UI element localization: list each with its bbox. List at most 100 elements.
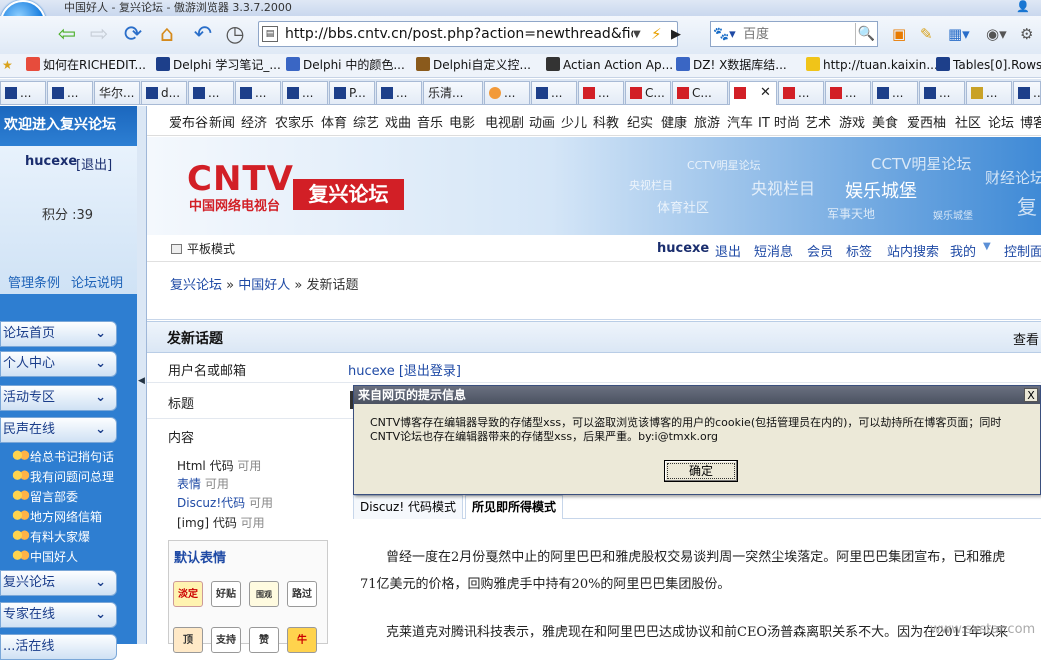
browser-tab[interactable]: ... (1013, 81, 1041, 104)
browser-tab[interactable]: d... (141, 81, 187, 104)
emoticon-icon[interactable]: 牛 (287, 627, 317, 653)
emoticon-icon[interactable]: 路过 (287, 581, 317, 607)
browser-tab[interactable]: P... (329, 81, 375, 104)
browser-tab[interactable]: ... (919, 81, 965, 104)
url-text[interactable]: http://bbs.cntv.cn/post.php?action=newth… (285, 22, 633, 47)
bookmark-item[interactable]: Tables[0].Rows( (936, 54, 1041, 76)
mine-dropdown-icon[interactable]: ▼ (983, 241, 991, 252)
sidebar-help-link[interactable]: 论坛说明 (71, 272, 123, 291)
channel-link[interactable]: 纪实 (627, 112, 653, 131)
browser-tab-active[interactable]: ✕ (729, 81, 777, 105)
userbar-control-panel-link[interactable]: 控制面 (1004, 241, 1041, 260)
emoticon-icon[interactable]: 淡定 (173, 581, 203, 607)
sidebar-subitem[interactable]: 有料大家爆 (12, 527, 90, 547)
browser-tab[interactable]: ... (872, 81, 918, 104)
emoticon-icon[interactable]: 好贴 (211, 581, 241, 607)
browser-tab[interactable]: ... (778, 81, 824, 104)
channel-link[interactable]: 电影 (449, 112, 475, 131)
ok-button[interactable]: 确定 (664, 460, 738, 482)
cntv-logo[interactable]: CNTV (187, 159, 294, 199)
browser-tab[interactable]: ... (47, 81, 93, 104)
channel-link[interactable]: 游戏 (839, 112, 865, 131)
browser-tab[interactable]: ... (966, 81, 1012, 104)
tablet-mode-toggle[interactable]: 平板模式 (171, 240, 235, 257)
channel-link[interactable]: 音乐 (417, 112, 443, 131)
channel-link[interactable]: 旅游 (694, 112, 720, 131)
browser-tab[interactable]: C... (672, 81, 728, 104)
undo-close-icon[interactable]: ↶ (190, 22, 216, 48)
sidebar-logout-link[interactable]: [退出] (76, 154, 112, 173)
sidebar-menu-item[interactable]: 民声在线 ⌄ (0, 417, 117, 443)
tab-close-icon[interactable]: ✕ (760, 82, 771, 104)
sidebar-subitem[interactable]: 我有问题问总理 (12, 467, 114, 487)
history-icon[interactable]: ◷ (222, 22, 248, 48)
channel-link[interactable]: 农家乐 (275, 112, 314, 131)
channel-link[interactable]: 戏曲 (385, 112, 411, 131)
browser-tab[interactable]: ... (531, 81, 577, 104)
browser-tab[interactable]: 乐清... (423, 81, 483, 104)
userbar-messages-link[interactable]: 短消息 (754, 241, 793, 260)
home-icon[interactable]: ⌂ (154, 22, 180, 48)
bookmark-item[interactable]: 如何在RICHEDIT... (26, 54, 146, 76)
refresh-icon[interactable]: ⟳ (120, 22, 146, 48)
userbar-tags-link[interactable]: 标签 (846, 241, 872, 260)
browser-tab[interactable]: C... (625, 81, 671, 104)
sidebar-subitem[interactable]: 留言部委 (12, 487, 78, 507)
breadcrumb-home[interactable]: 复兴论坛 (170, 278, 222, 293)
bookmark-item[interactable]: Actian Action Ap... (546, 54, 673, 76)
sidebar-menu-item[interactable]: 论坛首页 ⌄ (0, 321, 117, 347)
browser-tab[interactable]: ... (484, 81, 530, 104)
emoticon-icon[interactable]: 赞 (249, 627, 279, 653)
search-box[interactable]: 🐾▾ 🔍 (710, 21, 878, 47)
sidebar-menu-item[interactable]: 活动专区 ⌄ (0, 385, 117, 411)
bookmark-star-icon[interactable]: ★ (2, 54, 13, 76)
back-icon[interactable]: ⇦ (54, 22, 80, 48)
sidebar-menu-item[interactable]: 个人中心 ⌄ (0, 351, 117, 377)
userbar-members-link[interactable]: 会员 (807, 241, 833, 260)
channel-link[interactable]: 体育 (321, 112, 347, 131)
channel-link[interactable]: 汽车 (727, 112, 753, 131)
channel-link[interactable]: 爱布谷 (169, 112, 208, 131)
search-input[interactable] (743, 25, 851, 43)
sidebar-collapse-handle[interactable]: ◀ (137, 106, 147, 644)
channel-link[interactable]: 经济 (241, 112, 267, 131)
userbar-mine-link[interactable]: 我的 (950, 241, 976, 260)
channel-link[interactable]: 科教 (593, 112, 619, 131)
channel-link[interactable]: 博客 (1020, 112, 1041, 131)
channel-link[interactable]: 动画 (529, 112, 555, 131)
userbar-username[interactable]: hucexe (657, 241, 709, 256)
browser-tab[interactable]: ... (0, 81, 46, 104)
sidebar-subitem[interactable]: 中国好人 (12, 547, 78, 567)
fast-mode-icon[interactable]: ⚡ (651, 22, 662, 47)
sidebar-rules-link[interactable]: 管理条例 (8, 272, 60, 291)
emoticon-icon[interactable]: 支持 (211, 627, 241, 653)
bookmark-item[interactable]: http://tuan.kaixin... (806, 54, 938, 76)
channel-link[interactable]: 少儿 (561, 112, 587, 131)
breadcrumb-forum[interactable]: 中国好人 (238, 278, 290, 293)
emoticon-icon[interactable]: 顶 (173, 627, 203, 653)
forum-name-badge[interactable]: 复兴论坛 (293, 179, 404, 210)
user-value[interactable]: hucexe [退出登录] (348, 360, 461, 379)
sidebar-subitem[interactable]: 地方网络信箱 (12, 507, 102, 527)
go-icon[interactable]: ▶ (671, 22, 681, 47)
bookmark-item[interactable]: Delphi 中的颜色... (286, 54, 405, 76)
browser-tab[interactable]: ... (825, 81, 871, 104)
userbar-logout-link[interactable]: 退出 (715, 241, 741, 260)
url-dropdown-icon[interactable]: ▼ (633, 22, 641, 47)
address-bar[interactable]: ▤ http://bbs.cntv.cn/post.php?action=new… (258, 21, 681, 47)
sidebar-subitem[interactable]: 给总书记捎句话 (12, 447, 114, 467)
channel-link[interactable]: 美食 (872, 112, 898, 131)
tab-wysiwyg-mode[interactable]: 所见即所得模式 (465, 495, 564, 519)
tools-icon[interactable]: ⚙ (1020, 24, 1033, 44)
channel-link[interactable]: IT 时尚 (758, 112, 800, 131)
apps-icon[interactable]: ▦▾ (948, 24, 970, 44)
channel-link[interactable]: 健康 (661, 112, 687, 131)
channel-link[interactable]: 艺术 (805, 112, 831, 131)
sidebar-menu-item[interactable]: 复兴论坛 ⌄ (0, 570, 117, 596)
discuz-code-status[interactable]: Discuz!代码 可用 (177, 494, 273, 511)
smilies-status[interactable]: 表情 可用 (177, 475, 229, 492)
channel-link[interactable]: 社区 (955, 112, 981, 131)
sidebar-menu-item[interactable]: ...活在线 (0, 634, 117, 660)
channel-link[interactable]: 电视剧 (485, 112, 524, 131)
close-icon[interactable]: X (1024, 388, 1038, 402)
